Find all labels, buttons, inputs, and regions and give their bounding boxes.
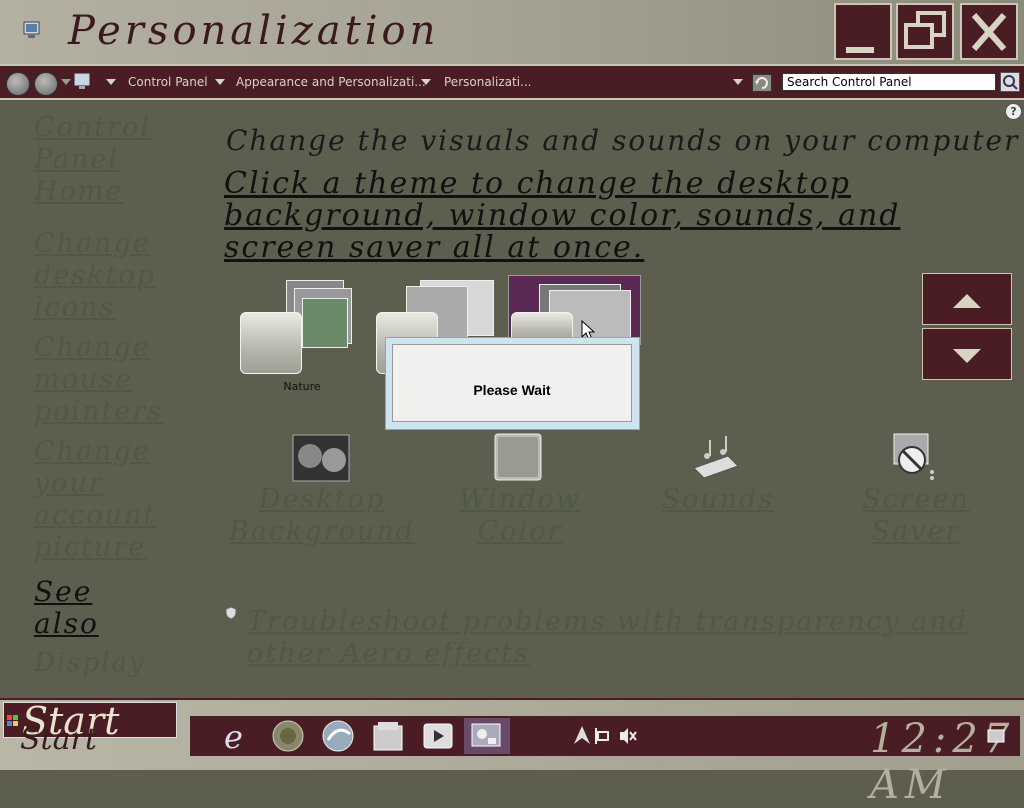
desktop-background-icon[interactable] xyxy=(292,434,350,482)
control-panel-icon xyxy=(74,73,90,89)
minimize-icon xyxy=(846,47,874,53)
refresh-button[interactable] xyxy=(752,74,772,92)
control-panel-taskbar-button[interactable] xyxy=(464,718,510,754)
dialog-body: Please Wait xyxy=(392,344,632,422)
help-icon[interactable]: ? xyxy=(1005,103,1022,120)
breadcrumb-personalization[interactable]: Personalizati... xyxy=(444,75,531,89)
firefox-icon[interactable] xyxy=(270,718,306,754)
network-icon[interactable] xyxy=(594,718,614,754)
breadcrumb-separator[interactable] xyxy=(215,79,225,85)
change-mouse-pointers-link[interactable]: Change mouse pointers xyxy=(34,332,184,428)
breadcrumb-appearance[interactable]: Appearance and Personalizati... xyxy=(236,75,426,89)
restore-icon xyxy=(904,11,946,49)
internet-explorer-icon[interactable]: e xyxy=(220,718,256,754)
taskbar: Start Start e 12:27 AM xyxy=(0,698,1024,808)
close-icon xyxy=(971,13,1007,51)
title-bar: Personalization xyxy=(0,0,1024,64)
breadcrumb-control-panel[interactable]: Control Panel xyxy=(128,75,208,89)
page-heading: Change the visuals and sounds on your co… xyxy=(226,124,1020,157)
control-panel-home-link[interactable]: Control Panel Home xyxy=(34,112,184,208)
back-button[interactable] xyxy=(6,72,30,96)
scroll-down-button[interactable] xyxy=(922,328,1012,380)
change-desktop-icons-link[interactable]: Change desktop icons xyxy=(34,228,184,324)
display-link[interactable]: Display xyxy=(34,648,146,678)
scroll-up-button[interactable] xyxy=(922,273,1012,325)
screen-saver-icon[interactable] xyxy=(888,432,938,482)
taskbar-app-strip: e 12:27 AM xyxy=(190,716,1020,808)
show-desktop-icon[interactable] xyxy=(986,718,1008,754)
dialog-message: Please Wait xyxy=(473,382,551,398)
search-button[interactable] xyxy=(1000,72,1020,92)
breadcrumb-separator[interactable] xyxy=(421,79,431,85)
sounds-link[interactable]: Sounds xyxy=(650,484,786,516)
theme-label: Nature xyxy=(283,380,321,393)
please-wait-dialog: Please Wait xyxy=(385,337,640,430)
search-input[interactable] xyxy=(782,73,996,91)
screen-saver-link[interactable]: Screen Saver xyxy=(846,484,986,548)
change-account-picture-link[interactable]: Change your account picture xyxy=(34,436,184,564)
theme-selected[interactable] xyxy=(508,275,641,345)
troubleshoot-transparency-link[interactable]: Troubleshoot problems with transparency … xyxy=(247,606,1007,670)
minimize-button[interactable] xyxy=(834,3,892,60)
refresh-icon xyxy=(755,77,768,89)
windows-logo-icon xyxy=(7,715,18,726)
address-history-dropdown[interactable] xyxy=(733,79,743,85)
arrow-up-icon xyxy=(953,294,981,308)
control-panel-app-icon xyxy=(23,21,40,38)
maximize-button[interactable] xyxy=(896,3,954,60)
svg-text:e: e xyxy=(224,718,243,754)
search-icon xyxy=(1003,75,1018,90)
window-color-link[interactable]: Window Color xyxy=(456,484,584,548)
media-player-icon[interactable] xyxy=(320,718,356,754)
file-explorer-icon[interactable] xyxy=(370,718,406,754)
close-button[interactable] xyxy=(960,3,1018,60)
page-subheading: Click a theme to change the desktop back… xyxy=(224,166,901,265)
sounds-icon[interactable] xyxy=(692,434,740,480)
window-title: Personalization xyxy=(68,8,440,54)
forward-button[interactable] xyxy=(34,72,58,96)
theme-nature[interactable]: Nature xyxy=(240,276,376,396)
arrow-down-icon xyxy=(953,349,981,363)
control-panel-icon xyxy=(471,723,501,747)
see-also-heading: See also xyxy=(34,575,99,640)
shield-icon xyxy=(225,606,237,620)
window-color-icon[interactable] xyxy=(494,433,542,481)
address-bar: Control Panel Appearance and Personaliza… xyxy=(0,64,1024,100)
breadcrumb-separator[interactable] xyxy=(106,79,116,85)
media-center-icon[interactable] xyxy=(420,718,456,754)
theme-glass-swatch xyxy=(240,312,302,374)
show-hidden-icons-icon[interactable] xyxy=(570,718,594,754)
recent-pages-dropdown[interactable] xyxy=(61,79,71,85)
desktop-background-link[interactable]: Desktop Background xyxy=(226,484,418,548)
volume-muted-icon[interactable] xyxy=(618,718,638,754)
start-label-shadow: Start xyxy=(20,722,97,757)
